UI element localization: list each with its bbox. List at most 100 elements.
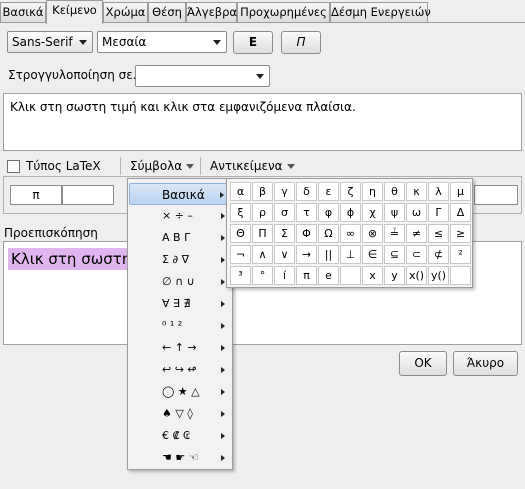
submenu-arrow-icon	[221, 235, 225, 241]
symbol-button[interactable]: x()	[406, 266, 427, 285]
objects-menu-button[interactable]: Αντικείμενα	[210, 159, 295, 173]
symbol-button[interactable]: °	[252, 266, 273, 285]
symbol-button[interactable]: ψ	[384, 203, 405, 222]
symbol-button[interactable]: e	[318, 266, 339, 285]
symbol-button[interactable]: ³	[230, 266, 251, 285]
symbol-button[interactable]: Φ	[296, 224, 317, 243]
font-size-select[interactable]: Μεσαία	[97, 31, 227, 53]
submenu-arrow-icon	[221, 367, 225, 373]
symbol-button[interactable]: y	[384, 266, 405, 285]
font-size-value: Μεσαία	[102, 35, 147, 49]
font-family-select[interactable]: Sans-Serif	[7, 31, 93, 53]
symbol-button[interactable]: Θ	[230, 224, 251, 243]
tab-scripting[interactable]: Δέσμη Ενεργειών	[330, 2, 431, 23]
rounding-select[interactable]	[135, 65, 270, 87]
symbol-button[interactable]: ⊆	[384, 245, 405, 264]
symbols-menu-item-label: ☚ ☛ ☜	[162, 451, 199, 464]
symbol-button[interactable]: ≤	[428, 224, 449, 243]
symbol-button[interactable]: ε	[318, 182, 339, 201]
symbol-button[interactable]: δ	[296, 182, 317, 201]
symbol-button[interactable]: χ	[362, 203, 383, 222]
symbol-button[interactable]: τ	[296, 203, 317, 222]
symbol-button[interactable]: π	[296, 266, 317, 285]
symbol-button[interactable]: θ	[384, 182, 405, 201]
symbol-button[interactable]: ϕ	[340, 203, 361, 222]
symbol-button[interactable]: η	[362, 182, 383, 201]
symbol-button[interactable]: ⊗	[362, 224, 383, 243]
symbols-menu-item[interactable]: ↩ ↪ ↫	[129, 359, 231, 381]
symbols-popup-menu: Βασικά × ÷ – Α Β Γ Σ ∂ ∇ ∅ ∩ ∪ ∀ ∃ ∄ ⁰ ¹ ² ← ↑ …	[127, 178, 233, 470]
symbols-menu-item-label: ∀ ∃ ∄	[162, 297, 191, 310]
symbol-button[interactable]: ∈	[362, 245, 383, 264]
symbol-button[interactable]: ¬	[230, 245, 251, 264]
symbol-button[interactable]: ζ	[340, 182, 361, 201]
symbol-button[interactable]: →	[296, 245, 317, 264]
ok-button[interactable]: OK	[399, 351, 447, 376]
symbol-button[interactable]: ||	[318, 245, 339, 264]
symbol-button[interactable]: Γ	[428, 203, 449, 222]
symbol-button[interactable]: φ	[318, 203, 339, 222]
symbol-button[interactable]: μ	[450, 182, 471, 201]
symbol-button[interactable]: ∞	[340, 224, 361, 243]
symbol-button[interactable]: α	[230, 182, 251, 201]
symbol-button[interactable]: ⊄	[428, 245, 449, 264]
symbol-cell[interactable]	[62, 185, 114, 205]
tab-position[interactable]: Θέση	[148, 2, 186, 23]
symbols-menu-item[interactable]: ∅ ∩ ∪	[129, 271, 231, 293]
symbols-menu-item[interactable]: ☚ ☛ ☜	[129, 447, 231, 469]
symbol-button[interactable]: σ	[274, 203, 295, 222]
symbol-button[interactable]	[450, 266, 471, 285]
tab-advanced[interactable]: Προχωρημένες	[237, 2, 330, 23]
symbol-button[interactable]: γ	[274, 182, 295, 201]
symbols-menu-item[interactable]: € ₡ ₢	[129, 425, 231, 447]
symbol-cell[interactable]	[474, 185, 518, 205]
symbol-button[interactable]: ≠	[406, 224, 427, 243]
symbol-button[interactable]: β	[252, 182, 273, 201]
symbols-menu-item-label: ↩ ↪ ↫	[162, 363, 197, 376]
symbols-menu-item[interactable]: Α Β Γ	[129, 227, 231, 249]
symbols-menu-item[interactable]: ⁰ ¹ ²	[129, 315, 231, 337]
symbol-button[interactable]: ξ	[230, 203, 251, 222]
symbol-button[interactable]: Π	[252, 224, 273, 243]
objects-label: Αντικείμενα	[210, 159, 283, 173]
tab-algebra[interactable]: Άλγεβρα	[186, 2, 237, 23]
symbols-menu-item[interactable]: ← ↑ →	[129, 337, 231, 359]
symbol-button[interactable]: ≥	[450, 224, 471, 243]
preview-text: Κλικ στη σωστη τιμή και κλικ στα εμφανιζ…	[8, 248, 130, 270]
symbols-menu-item[interactable]: Σ ∂ ∇	[129, 249, 231, 271]
symbol-button[interactable]: Σ	[274, 224, 295, 243]
symbol-button[interactable]: ∨	[274, 245, 295, 264]
tab-text[interactable]: Κείμενο	[46, 0, 103, 24]
latex-checkbox[interactable]	[7, 160, 20, 173]
tab-color[interactable]: Χρώμα	[103, 2, 148, 23]
symbol-button[interactable]: κ	[406, 182, 427, 201]
chevron-down-icon	[256, 74, 264, 79]
italic-button[interactable]: Π	[281, 31, 321, 54]
symbols-menu-item[interactable]: × ÷ –	[129, 205, 231, 227]
symbol-button[interactable]: Δ	[450, 203, 471, 222]
symbol-cell[interactable]: π	[10, 185, 62, 205]
tab-basic[interactable]: Βασικά	[0, 2, 46, 23]
symbol-button[interactable]: ⊂	[406, 245, 427, 264]
symbols-menu-item[interactable]: ◯ ★ △	[129, 381, 231, 403]
symbol-button[interactable]: x	[362, 266, 383, 285]
symbol-button[interactable]: í	[274, 266, 295, 285]
symbol-button[interactable]: ≟	[384, 224, 405, 243]
cancel-button[interactable]: Άκυρο	[453, 351, 518, 376]
symbol-button[interactable]: ∧	[252, 245, 273, 264]
symbol-button[interactable]: ²	[450, 245, 471, 264]
text-editor[interactable]: Κλικ στη σωστη τιμή και κλικ στα εμφανιζ…	[3, 93, 522, 151]
symbols-menu-item[interactable]: ∀ ∃ ∄	[129, 293, 231, 315]
symbol-button[interactable]: ⊥	[340, 245, 361, 264]
submenu-arrow-icon	[221, 455, 225, 461]
symbols-menu-item[interactable]: ♠ ▽ ◊	[129, 403, 231, 425]
symbol-button[interactable]: y()	[428, 266, 449, 285]
symbol-button[interactable]: ρ	[252, 203, 273, 222]
symbol-button[interactable]: Ω	[318, 224, 339, 243]
symbols-menu-button[interactable]: Σύμβολα	[130, 159, 195, 173]
symbols-menu-item[interactable]: Βασικά	[129, 183, 231, 205]
bold-button[interactable]: Ε	[233, 31, 273, 54]
symbol-button[interactable]	[340, 266, 361, 285]
symbol-button[interactable]: ω	[406, 203, 427, 222]
symbol-button[interactable]: λ	[428, 182, 449, 201]
